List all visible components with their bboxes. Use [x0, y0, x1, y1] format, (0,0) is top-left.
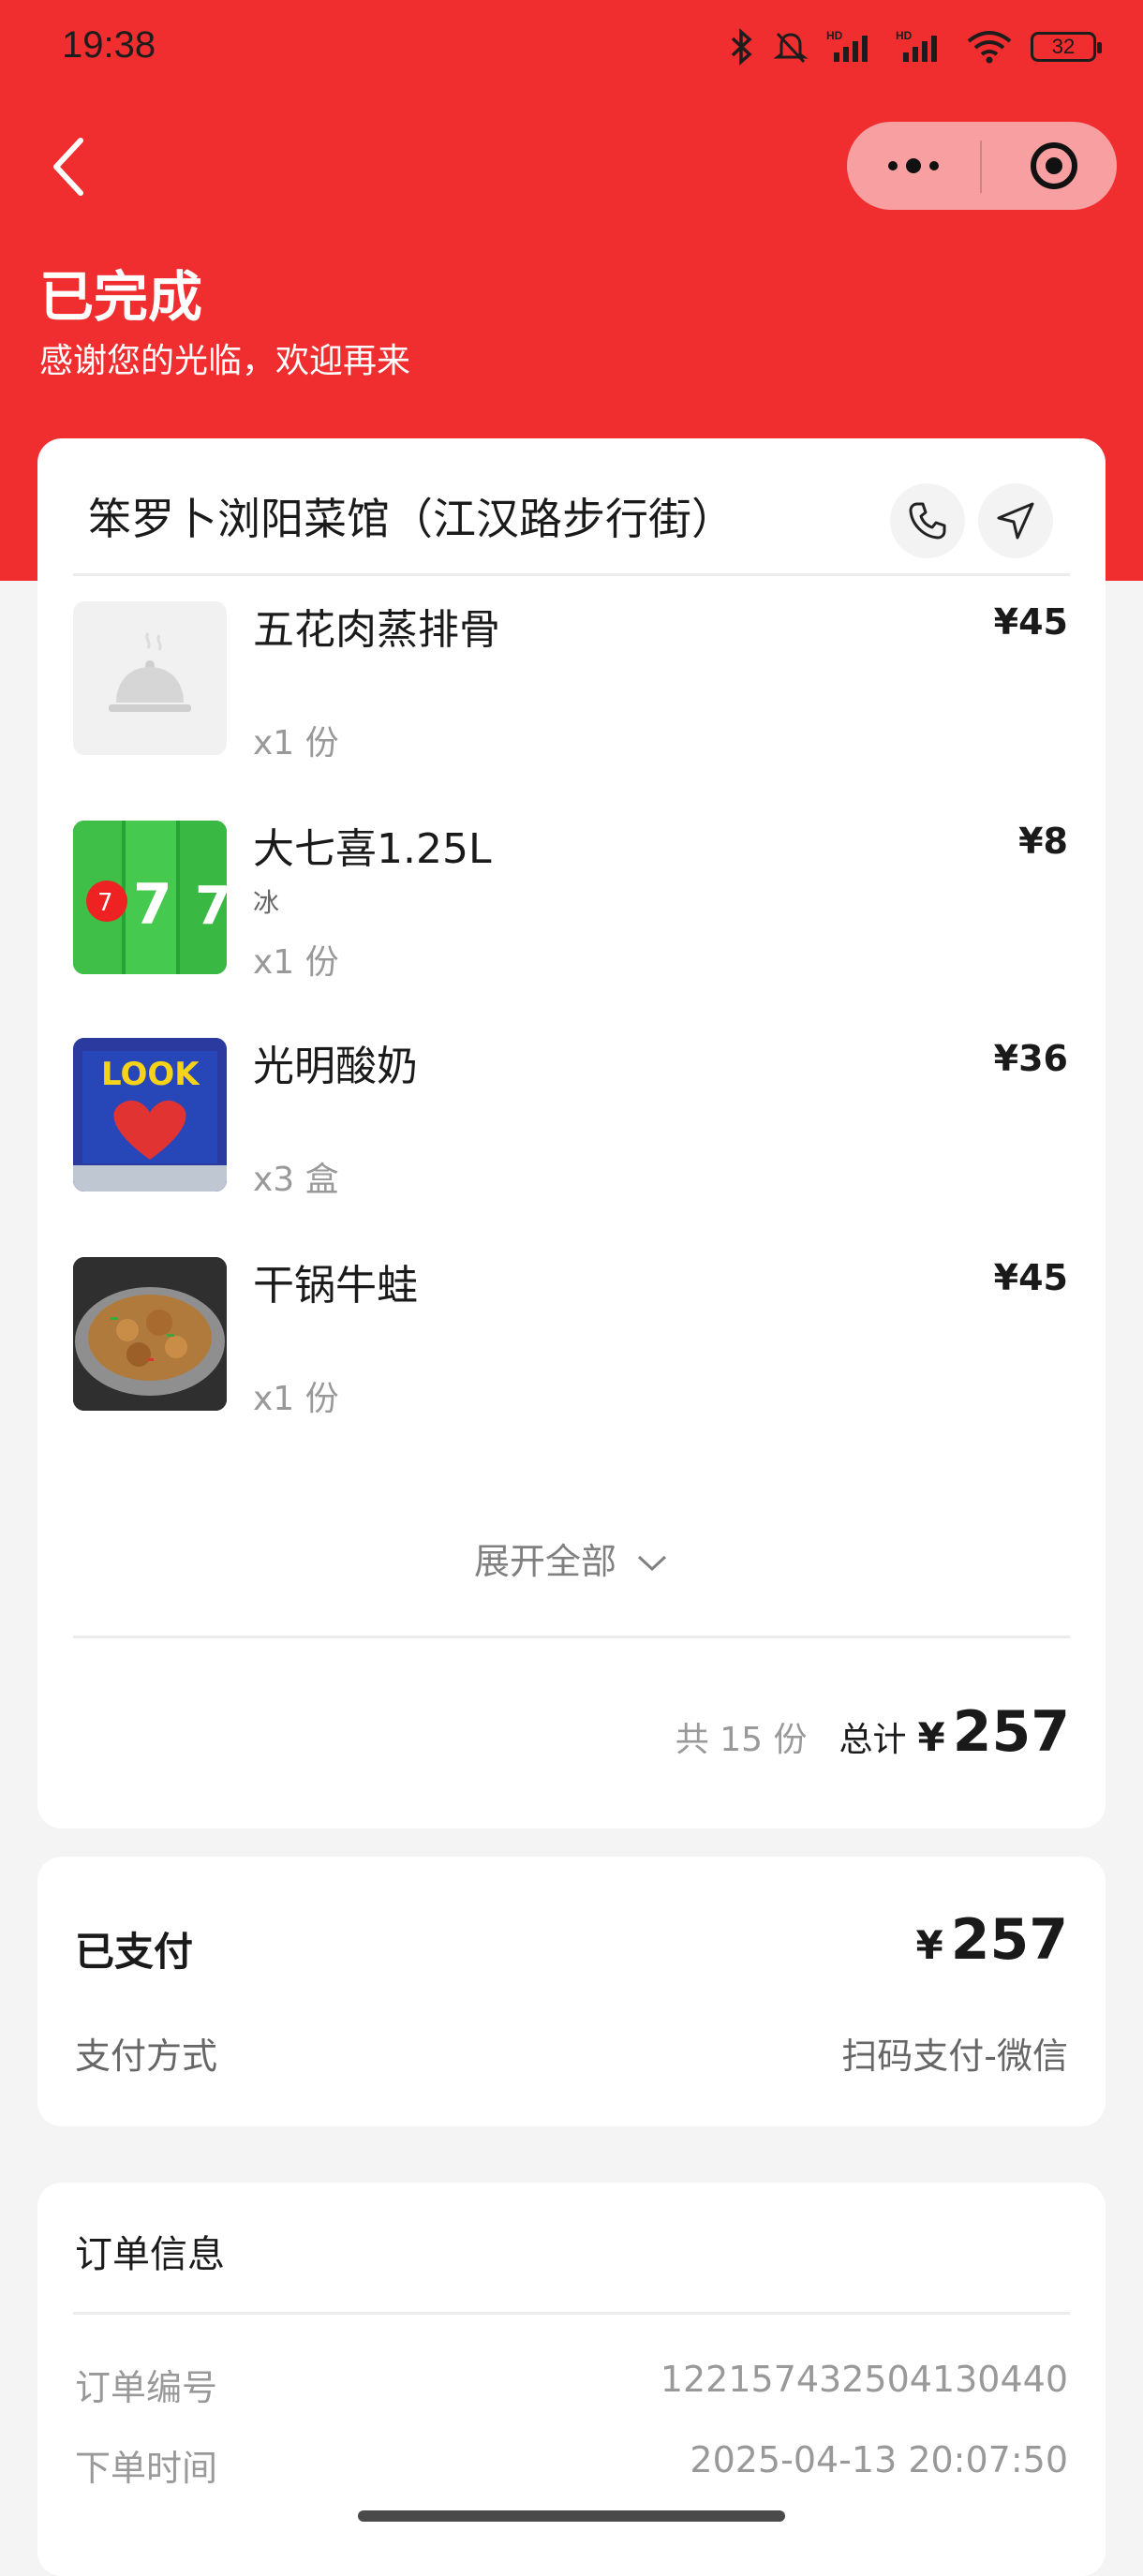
order-info-title: 订单信息	[75, 2233, 225, 2276]
shop-name[interactable]: 笨罗卜浏阳菜馆（江汉路步行街）	[88, 485, 735, 547]
battery-level: 32	[1051, 35, 1076, 58]
order-number-value[interactable]: 1221574325041304​40	[661, 2359, 1068, 2400]
more-button[interactable]	[871, 136, 956, 196]
svg-text:LOOK: LOOK	[101, 1056, 200, 1093]
bluetooth-icon	[731, 28, 752, 66]
chevron-left-icon	[53, 138, 83, 196]
item-name: 干锅牛蛙	[253, 1262, 418, 1310]
currency-symbol: ¥	[915, 1922, 943, 1968]
expand-all-button[interactable]: 展开全部	[0, 1532, 1143, 1584]
yogurt-box-image: LOOK	[73, 1038, 227, 1192]
bell-muted-icon	[773, 32, 809, 64]
more-dots-icon	[888, 158, 939, 173]
navigate-button[interactable]	[978, 483, 1053, 558]
phone-icon	[909, 502, 946, 540]
divider	[73, 573, 1070, 576]
payment-card	[37, 1857, 1106, 2126]
item-price: ¥45	[993, 601, 1068, 643]
paid-amount: 257	[950, 1907, 1068, 1973]
item-image-yogurt: LOOK	[73, 1038, 227, 1192]
svg-text:HD: HD	[826, 29, 843, 42]
item-quantity: x1 份	[253, 943, 339, 982]
chevron-down-icon	[638, 1555, 667, 1572]
signal-hd-icon: HD	[896, 29, 937, 62]
signal-hd-icon: HD	[826, 29, 868, 62]
currency-symbol: ¥	[917, 1714, 945, 1760]
payment-method-label: 支付方式	[75, 2036, 218, 2077]
item-image-frog	[73, 1257, 227, 1411]
divider	[73, 1636, 1070, 1638]
item-price: ¥8	[1018, 821, 1068, 862]
order-time-value: 2025-04-13 20:07:50	[690, 2439, 1068, 2480]
item-count: 共 15 份	[675, 1721, 808, 1759]
home-indicator[interactable]	[358, 2510, 785, 2522]
paid-amount-row: ¥ 257	[916, 1907, 1068, 1973]
navigation-arrow-icon	[997, 502, 1034, 540]
dish-cover-icon	[109, 632, 191, 712]
total-amount: 257	[952, 1699, 1070, 1765]
total-label: 总计	[839, 1721, 907, 1759]
item-quantity: x1 份	[253, 1380, 339, 1418]
back-button[interactable]	[41, 131, 101, 202]
order-number-label: 订单编号	[75, 2367, 218, 2408]
item-quantity: x1 份	[253, 724, 339, 762]
item-price: ¥45	[993, 1257, 1068, 1298]
wifi-icon	[967, 31, 1012, 64]
svg-text:7: 7	[97, 889, 113, 917]
item-image-placeholder	[73, 601, 227, 755]
close-mini-program-button[interactable]	[1012, 136, 1096, 196]
item-image-7up: 7 7 7	[73, 821, 227, 974]
item-name: 大七喜1.25L	[253, 825, 492, 873]
payment-method-value: 扫码支付-微信	[841, 2036, 1068, 2077]
status-time: 19:38	[62, 24, 156, 66]
paid-label: 已支付	[75, 1929, 194, 1975]
capsule-divider	[980, 141, 982, 193]
svg-text:7: 7	[133, 872, 172, 938]
battery-icon: 32	[1031, 32, 1102, 62]
expand-all-label: 展开全部	[473, 1541, 616, 1582]
soda-bottles-image: 7 7 7	[73, 821, 227, 974]
svg-text:HD: HD	[896, 29, 913, 42]
divider	[73, 2312, 1070, 2315]
item-name: 光明酸奶	[253, 1043, 418, 1090]
target-icon	[1031, 142, 1077, 189]
status-icons: HD HD 32	[727, 22, 1102, 71]
order-status-subtitle: 感谢您的光临，欢迎再来	[39, 342, 411, 380]
item-spec: 冰	[253, 887, 280, 918]
order-time-label: 下单时间	[75, 2448, 218, 2489]
svg-text:7: 7	[195, 876, 227, 937]
dry-pot-dish-image	[73, 1257, 227, 1411]
order-total-row: 共 15 份 总计 ¥ 257	[675, 1699, 1070, 1765]
item-quantity: x3 盒	[253, 1161, 339, 1199]
order-status-title: 已完成	[39, 265, 203, 329]
item-price: ¥36	[993, 1038, 1068, 1079]
call-shop-button[interactable]	[890, 483, 965, 558]
item-name: 五花肉蒸排骨	[253, 606, 500, 654]
